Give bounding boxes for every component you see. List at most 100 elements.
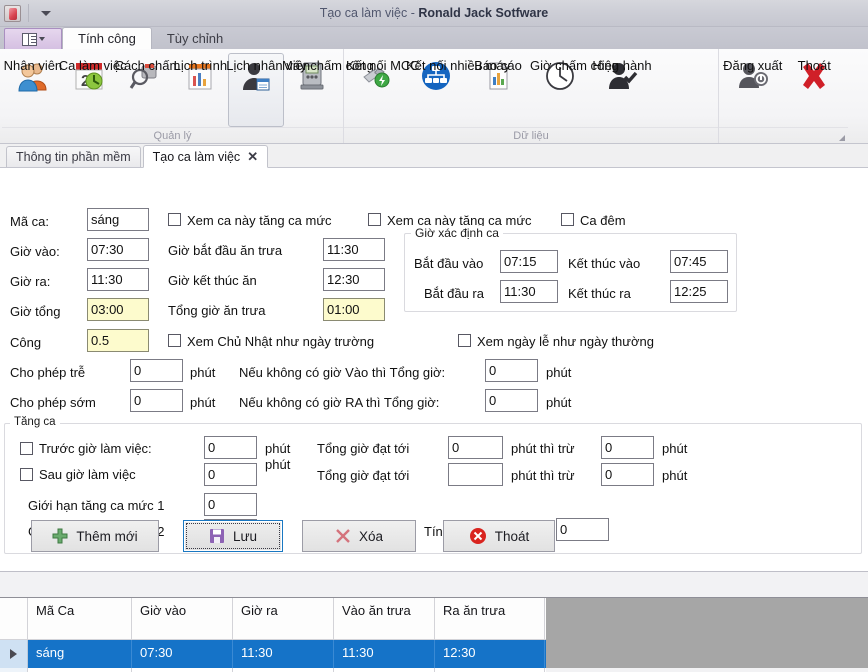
checkbox-xem-ngay-le-nhu-ngay-thuong[interactable] — [458, 334, 471, 347]
input-phut-thi-tru-1[interactable] — [601, 436, 654, 459]
close-icon[interactable]: ✕ — [247, 149, 258, 165]
ribbon-group-quan-ly: Nhân viên 2 Ca làm việc — [2, 49, 343, 143]
label-xem-ca-nay-tang-ca-muc-1: Xem ca này tăng ca mức — [187, 213, 332, 228]
xoa-button[interactable]: Xóa — [302, 520, 416, 552]
grid-header-vao-an-trua[interactable]: Vào ăn trưa — [334, 598, 435, 639]
input-gio-tong[interactable] — [87, 298, 149, 321]
checkbox-sau-gio-lam-viec[interactable] — [20, 468, 33, 481]
input-bat-dau-vao[interactable] — [500, 250, 558, 273]
dialog-launcher-icon[interactable] — [839, 135, 845, 141]
ribbon-tab-tinh-cong[interactable]: Tính công — [62, 27, 152, 50]
input-gio-ket-thuc-an[interactable] — [323, 268, 385, 291]
ribbon-button-gio-cham-cong[interactable]: Giờ chấm công — [529, 53, 591, 127]
ribbon-group-session: Đăng xuất Thoát — [718, 49, 848, 143]
input-tong-gio-an-trua[interactable] — [323, 298, 385, 321]
ribbon-button-lich-nhan-vien[interactable]: Lịch nhân viên — [228, 53, 284, 127]
unit-sau-gio-lam-viec: phút — [265, 457, 290, 472]
input-gio-vao[interactable] — [87, 238, 149, 261]
cell-empty[interactable] — [334, 668, 435, 672]
input-ma-ca[interactable] — [87, 208, 149, 231]
input-tong-gio-dat-toi-2[interactable] — [448, 463, 503, 486]
input-gio-bat-dau-an-trua[interactable] — [323, 238, 385, 261]
cell-ma-ca[interactable]: sáng — [28, 640, 132, 668]
input-phut-thi-tru-2[interactable] — [601, 463, 654, 486]
grid-header-ra-an-trua[interactable]: Ra ăn trưa — [435, 598, 545, 639]
label-ket-thuc-vao: Kết thúc vào — [568, 256, 640, 271]
input-tong-gio-dat-toi-1[interactable] — [448, 436, 503, 459]
ribbon-button-nhan-vien[interactable]: Nhân viên — [5, 53, 61, 127]
grid-header-gio-ra[interactable]: Giờ ra — [233, 598, 334, 639]
input-neu-khong-co-gio-ra[interactable] — [485, 389, 538, 412]
ribbon-button-cach-cham[interactable]: Cách chấm — [117, 53, 173, 127]
grid-header-row: Mã Ca Giờ vào Giờ ra Vào ăn trưa Ra ăn t… — [0, 598, 546, 640]
doc-tab-label: Thông tin phần mềm — [16, 150, 131, 164]
unit-phut-thi-tru-2: phút — [662, 468, 687, 483]
grid-row[interactable]: sáng 07:30 11:30 11:30 12:30 — [0, 640, 546, 668]
label-tong-gio-an-trua: Tổng giờ ăn trưa — [168, 303, 265, 318]
ribbon-button-dang-xuat[interactable]: Đăng xuất — [722, 53, 784, 127]
ribbon-button-may-cham-cong[interactable]: Máy chấm công — [284, 53, 340, 127]
file-menu-button[interactable] — [4, 28, 62, 49]
checkbox-ca-dem[interactable] — [561, 213, 574, 226]
grid-header-gio-vao[interactable]: Giờ vào — [132, 598, 233, 639]
cell-empty[interactable] — [28, 668, 132, 672]
ribbon-button-lich-trinh[interactable]: Lịch trình — [172, 53, 228, 127]
ribbon-button-thoat[interactable]: Thoát — [784, 53, 846, 127]
input-truoc-gio-lam-viec[interactable] — [204, 436, 257, 459]
app-logo-icon — [4, 5, 21, 22]
ribbon-button-label: Cách chấm — [115, 59, 175, 73]
doc-tab-thong-tin-phan-mem[interactable]: Thông tin phần mềm — [6, 146, 141, 167]
input-ket-thuc-ra[interactable] — [670, 280, 728, 303]
shift-grid[interactable]: Mã Ca Giờ vào Giờ ra Vào ăn trưa Ra ăn t… — [0, 597, 868, 668]
label-gio-bat-dau-an-trua: Giờ bắt đầu ăn trưa — [168, 243, 282, 258]
input-cong[interactable] — [87, 329, 149, 352]
checkbox-xem-ca-nay-tang-ca-muc-1[interactable] — [168, 213, 181, 226]
checkbox-xem-ca-nay-tang-ca-muc-2[interactable] — [368, 213, 381, 226]
ribbon-button-hien-hanh[interactable]: Hiện hành — [591, 53, 653, 127]
ribbon-button-label: Máy chấm công — [282, 59, 342, 73]
cell-vao-an-trua[interactable]: 11:30 — [334, 640, 435, 668]
unit-neu-khong-co-gio-ra: phút — [546, 395, 571, 410]
label-neu-khong-co-gio-ra: Nếu không có giờ RA thì Tổng giờ: — [239, 395, 439, 410]
ribbon-button-ket-noi-mcc[interactable]: Kết nối MCC — [347, 53, 405, 127]
input-gio-ra[interactable] — [87, 268, 149, 291]
doc-tab-tao-ca-lam-viec[interactable]: Tạo ca làm việc ✕ — [143, 145, 268, 168]
label-xem-chu-nhat-nhu-ngay-truong: Xem Chủ Nhật như ngày trường — [187, 334, 374, 349]
button-label: Lưu — [233, 529, 257, 544]
ribbon-button-ca-lam-viec[interactable]: 2 Ca làm việc — [61, 53, 117, 127]
window-title-prefix: Tạo ca làm việc - — [320, 6, 419, 20]
cell-empty[interactable] — [233, 668, 334, 672]
input-bat-dau-ra[interactable] — [500, 280, 558, 303]
titlebar-divider — [28, 4, 29, 22]
chevron-down-icon[interactable] — [35, 3, 57, 23]
luu-button[interactable]: Lưu — [183, 520, 283, 552]
ribbon-group-title: Dữ liệu — [344, 127, 718, 143]
input-ket-thuc-vao[interactable] — [670, 250, 728, 273]
input-cho-phep-tre[interactable] — [130, 359, 183, 382]
checkbox-xem-chu-nhat-nhu-ngay-truong[interactable] — [168, 334, 181, 347]
cell-empty[interactable] — [435, 668, 545, 672]
input-cho-phep-som[interactable] — [130, 389, 183, 412]
input-neu-khong-co-gio-vao[interactable] — [485, 359, 538, 382]
input-sau-gio-lam-viec[interactable] — [204, 463, 257, 486]
file-menu-icon — [22, 33, 37, 46]
label-gio-ra: Giờ ra: — [10, 274, 50, 289]
them-moi-button[interactable]: Thêm mới — [31, 520, 159, 552]
ribbon-button-label: Kết nối MCC — [346, 59, 406, 73]
ribbon-button-ket-noi-nhieu-may[interactable]: Kết nối nhiều máy — [405, 53, 467, 127]
ribbon-tab-tuy-chinh[interactable]: Tùy chỉnh — [152, 27, 238, 49]
button-label: Thêm mới — [76, 529, 137, 544]
label-ket-thuc-ra: Kết thúc ra — [568, 286, 631, 301]
cell-gio-vao[interactable]: 07:30 — [132, 640, 233, 668]
ribbon-button-label: Báo cáo — [468, 59, 528, 73]
button-label: Xóa — [359, 529, 383, 544]
cell-gio-ra[interactable]: 11:30 — [233, 640, 334, 668]
thoat-button[interactable]: Thoát — [443, 520, 555, 552]
grid-header-ma-ca[interactable]: Mã Ca — [28, 598, 132, 639]
ribbon-button-bao-cao[interactable]: Báo cáo — [467, 53, 529, 127]
cell-ra-an-trua[interactable]: 12:30 — [435, 640, 545, 668]
checkbox-truoc-gio-lam-viec[interactable] — [20, 442, 33, 455]
grid-row-partial[interactable] — [0, 668, 546, 672]
ribbon-button-label: Hiện hành — [592, 59, 652, 73]
cell-empty[interactable] — [132, 668, 233, 672]
